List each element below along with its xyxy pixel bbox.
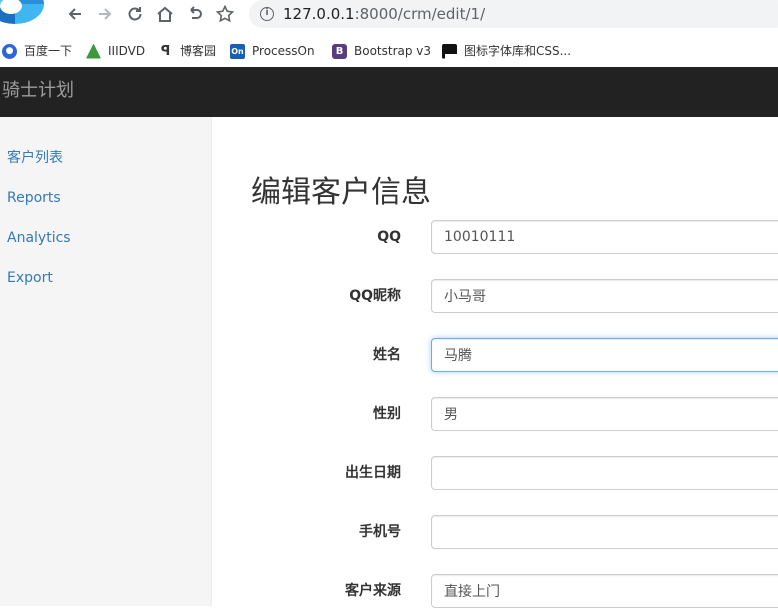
cnblogs-icon: ꟼ [160,43,171,59]
phone-label: 手机号 [359,524,401,540]
sidebar: 客户列表 Reports Analytics Export [0,117,212,606]
info-icon[interactable]: i [260,7,274,21]
name-label: 姓名 [373,347,401,363]
bookmark-label: 百度一下 [24,44,73,58]
qq-nickname-input[interactable] [431,279,778,313]
page-title: 编辑客户信息 [251,175,431,210]
sidebar-item-customer-list[interactable]: 客户列表 [7,148,63,168]
url-path: :8000/crm/edit/1/ [354,5,486,23]
flag-icon [442,43,457,59]
bookmarks-bar: ● 百度一下 IIIDVD ꟼ 博客园 On ProcessOn B Boots… [0,32,778,68]
bookmark-iiidvd[interactable]: IIIDVD [86,42,145,60]
name-input[interactable] [431,338,778,372]
undo-icon[interactable] [184,2,206,26]
bookmark-label: 图标字体库和CSS... [464,44,572,58]
birthday-label: 出生日期 [345,465,401,481]
bookmark-cnblogs[interactable]: ꟼ 博客园 [158,42,216,60]
bookmark-label: ProcessOn [252,44,315,58]
processon-icon: On [230,43,245,59]
qq-label: QQ [377,229,401,245]
qq-nickname-label: QQ昵称 [349,288,401,304]
browser-toolbar: i 127.0.0.1:8000/crm/edit/1/ [0,0,778,32]
browser-logo-icon [0,0,44,24]
bookmark-label: Bootstrap v3 [354,44,432,58]
url-text[interactable]: 127.0.0.1:8000/crm/edit/1/ [283,5,485,23]
sidebar-item-reports[interactable]: Reports [7,188,61,208]
qq-input[interactable] [431,220,778,254]
back-arrow-icon[interactable] [64,2,86,26]
bootstrap-icon: B [332,43,347,59]
bookmark-baidu[interactable]: ● 百度一下 [2,42,72,60]
baidu-paw-icon: ● [2,43,17,59]
sidebar-item-analytics[interactable]: Analytics [7,228,71,248]
bookmark-icon-fonts[interactable]: 图标字体库和CSS... [442,42,571,60]
sidebar-item-export[interactable]: Export [7,268,53,288]
gender-label: 性别 [373,406,401,422]
bookmark-processon[interactable]: On ProcessOn [230,42,315,60]
reload-icon[interactable] [124,2,146,26]
url-host: 127.0.0.1 [283,5,355,23]
phone-input[interactable] [431,515,778,549]
gender-select[interactable] [431,397,778,431]
bookmark-label: 博客园 [180,44,217,58]
top-navbar: 骑士计划 [0,67,778,117]
birthday-input[interactable] [431,456,778,490]
forward-arrow-icon[interactable] [94,2,116,26]
iiidvd-icon [86,43,101,59]
bookmark-label: IIIDVD [108,44,146,58]
home-icon[interactable] [154,2,176,26]
address-bar[interactable]: i 127.0.0.1:8000/crm/edit/1/ [249,0,778,28]
star-bookmark-icon[interactable] [214,2,236,26]
bookmark-bootstrap[interactable]: B Bootstrap v3 [332,42,431,60]
source-select[interactable] [431,574,778,608]
brand-link[interactable]: 骑士计划 [2,80,74,102]
source-label: 客户来源 [345,583,401,599]
